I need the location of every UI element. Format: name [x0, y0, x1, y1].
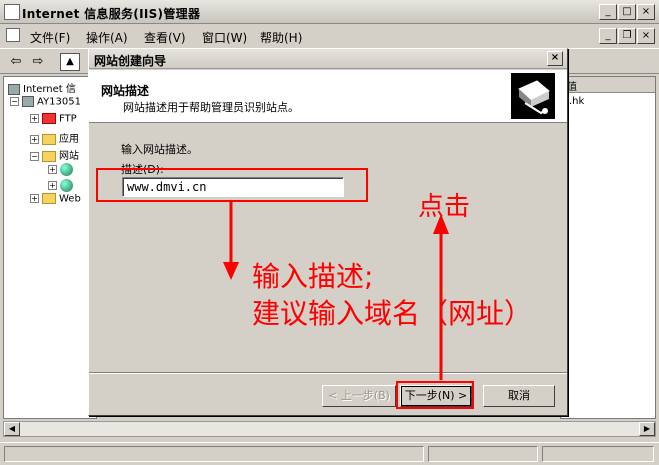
annotation-arrows	[223, 202, 449, 380]
input-annotation-line2: 建议输入域名（网址）	[252, 297, 533, 330]
click-annotation: 点击	[418, 192, 471, 222]
input-annotation-line1: 输入描述;	[252, 260, 374, 293]
down-arrow-head	[223, 262, 239, 280]
